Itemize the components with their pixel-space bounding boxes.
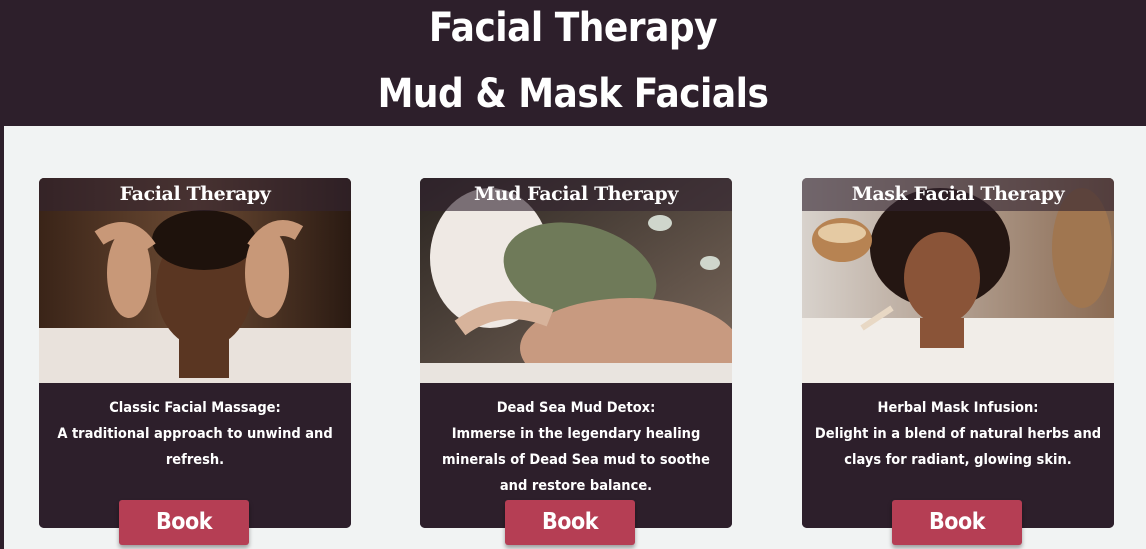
service-description: Immerse in the legendary healing mineral… <box>442 426 710 494</box>
page-header: Facial Therapy Mud & Mask Facials <box>0 0 1146 126</box>
book-button-mask[interactable]: Book <box>892 500 1022 545</box>
service-card-mask: Mask Facial Therapy Herbal Mask Infusion… <box>802 178 1114 528</box>
service-name: Classic Facial Massage: <box>109 400 281 416</box>
book-button-mud[interactable]: Book <box>505 500 635 545</box>
service-description: A traditional approach to unwind and ref… <box>57 426 333 468</box>
page-title: Facial Therapy <box>428 5 718 51</box>
card-title: Mask Facial Therapy <box>851 183 1065 205</box>
page-subtitle: Mud & Mask Facials <box>377 71 769 117</box>
card-title: Mud Facial Therapy <box>474 183 678 205</box>
service-card-mud: Mud Facial Therapy Dead Sea Mud Detox: I… <box>420 178 732 528</box>
book-button-facial[interactable]: Book <box>119 500 249 545</box>
card-title: Facial Therapy <box>119 183 271 205</box>
service-name: Herbal Mask Infusion: <box>877 400 1039 416</box>
service-card-facial: Facial Therapy Classic Facial Massage: A… <box>39 178 351 528</box>
service-name: Dead Sea Mud Detox: <box>496 400 656 416</box>
service-description: Delight in a blend of natural herbs and … <box>814 426 1102 468</box>
